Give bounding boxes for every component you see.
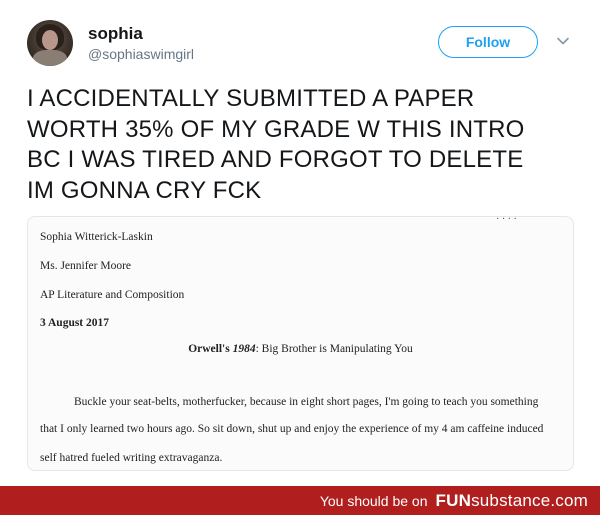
doc-title-prefix: Orwell's bbox=[188, 343, 233, 355]
footer-logo-rest: substance.com bbox=[471, 490, 588, 510]
tweet-text: I ACCIDENTALLY SUBMITTED A PAPER WORTH 3… bbox=[27, 84, 587, 206]
doc-title-suffix: : Big Brother is Manipulating You bbox=[255, 343, 413, 355]
doc-course-name: AP Literature and Composition bbox=[40, 289, 185, 301]
watermark-footer: You should be on FUNsubstance.com bbox=[0, 486, 600, 515]
tweet-text-line: BC I WAS TIRED AND FORGOT TO DELETE bbox=[27, 146, 524, 173]
avatar-face-shape bbox=[42, 30, 58, 50]
tweet-text-line: I ACCIDENTALLY SUBMITTED A PAPER bbox=[27, 85, 475, 112]
footer-logo-bold: FUN bbox=[435, 490, 472, 510]
footer-logo[interactable]: FUNsubstance.com bbox=[436, 491, 588, 511]
tweet-text-line: IM GONNA CRY FCK bbox=[27, 176, 262, 204]
author-handle[interactable]: @sophiaswimgirl bbox=[88, 46, 194, 62]
footer-tagline: You should be on bbox=[319, 492, 428, 509]
avatar-body-shape bbox=[33, 50, 67, 66]
tweet-text-line: WORTH 35% OF MY GRADE W THIS INTRO bbox=[27, 115, 525, 143]
author-name[interactable]: sophia bbox=[88, 24, 143, 44]
doc-paragraph-line: Buckle your seat-belts, motherfucker, be… bbox=[74, 396, 539, 408]
doc-student-name: Sophia Witterick-Laskin bbox=[40, 231, 153, 243]
doc-paragraph-line: that I only learned two hours ago. So si… bbox=[40, 423, 544, 435]
chevron-down-icon[interactable] bbox=[556, 34, 570, 48]
avatar[interactable] bbox=[27, 20, 73, 66]
doc-date: 3 August 2017 bbox=[40, 317, 110, 329]
follow-button[interactable]: Follow bbox=[438, 26, 538, 58]
doc-title-italic: 1984 bbox=[232, 343, 256, 355]
doc-title: Orwell's 1984: Big Brother is Manipulati… bbox=[28, 343, 573, 355]
doc-teacher-name: Ms. Jennifer Moore bbox=[40, 260, 132, 272]
tweet-media-document[interactable]: · · · · Sophia Witterick-Laskin Ms. Jenn… bbox=[27, 216, 574, 471]
scan-mark: · · · · bbox=[496, 216, 517, 225]
doc-paragraph-line: self hatred fueled writing extravaganza. bbox=[40, 452, 223, 464]
